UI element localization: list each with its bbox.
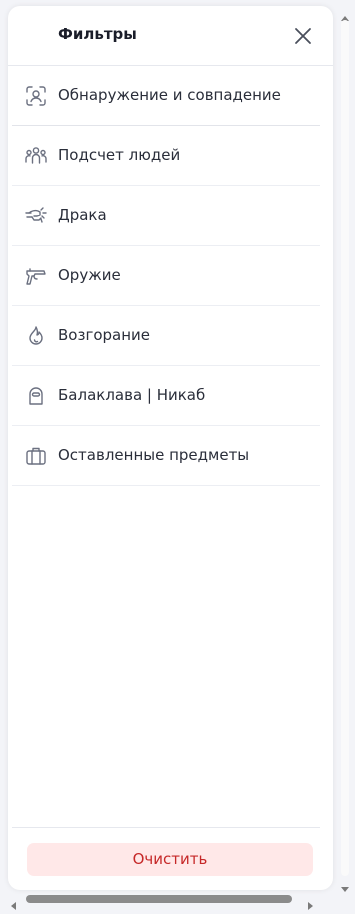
panel-header: Фильтры [8,6,333,66]
people-group-icon [24,144,48,168]
filter-item-weapon[interactable]: Оружие [12,246,320,306]
balaclava-icon [24,384,48,408]
app-frame: Фильтры Обнаружение и совпадение Подсчет… [0,0,355,912]
flame-icon [24,324,48,348]
filter-item-fire[interactable]: Возгорание [12,306,320,366]
filters-panel: Фильтры Обнаружение и совпадение Подсчет… [8,6,333,890]
vertical-scroll-track[interactable] [341,20,349,876]
panel-title: Фильтры [58,25,137,43]
filter-item-balaclava[interactable]: Балаклава | Никаб [12,366,320,426]
horizontal-scroll-thumb[interactable] [26,895,292,903]
footer-divider [12,827,320,828]
suitcase-icon [24,444,48,468]
filter-item-fight[interactable]: Драка [12,186,320,246]
pistol-icon [24,264,48,288]
filter-label: Оставленные предметы [58,446,250,464]
clear-button[interactable]: Очистить [27,843,313,876]
scroll-right-arrow-icon[interactable] [306,895,314,910]
close-icon[interactable] [292,25,314,47]
filter-item-detection[interactable]: Обнаружение и совпадение [12,66,320,126]
scroll-down-arrow-icon[interactable] [341,878,349,892]
scroll-left-arrow-icon[interactable] [10,895,18,910]
filter-item-people-count[interactable]: Подсчет людей [12,126,320,186]
filter-item-abandoned-items[interactable]: Оставленные предметы [12,426,320,486]
filter-label: Обнаружение и совпадение [58,86,281,104]
face-scan-icon [24,84,48,108]
filter-label: Оружие [58,266,121,284]
vertical-scrollbar[interactable] [338,6,352,892]
filter-label: Возгорание [58,326,150,344]
filter-label: Подсчет людей [58,146,181,164]
filter-label: Балаклава | Никаб [58,386,206,404]
filters-list: Обнаружение и совпадение Подсчет людей Д… [12,66,320,486]
horizontal-scrollbar[interactable] [8,892,320,910]
fight-fist-icon [24,204,48,228]
scroll-up-arrow-icon[interactable] [341,8,349,21]
filter-label: Драка [58,206,107,224]
